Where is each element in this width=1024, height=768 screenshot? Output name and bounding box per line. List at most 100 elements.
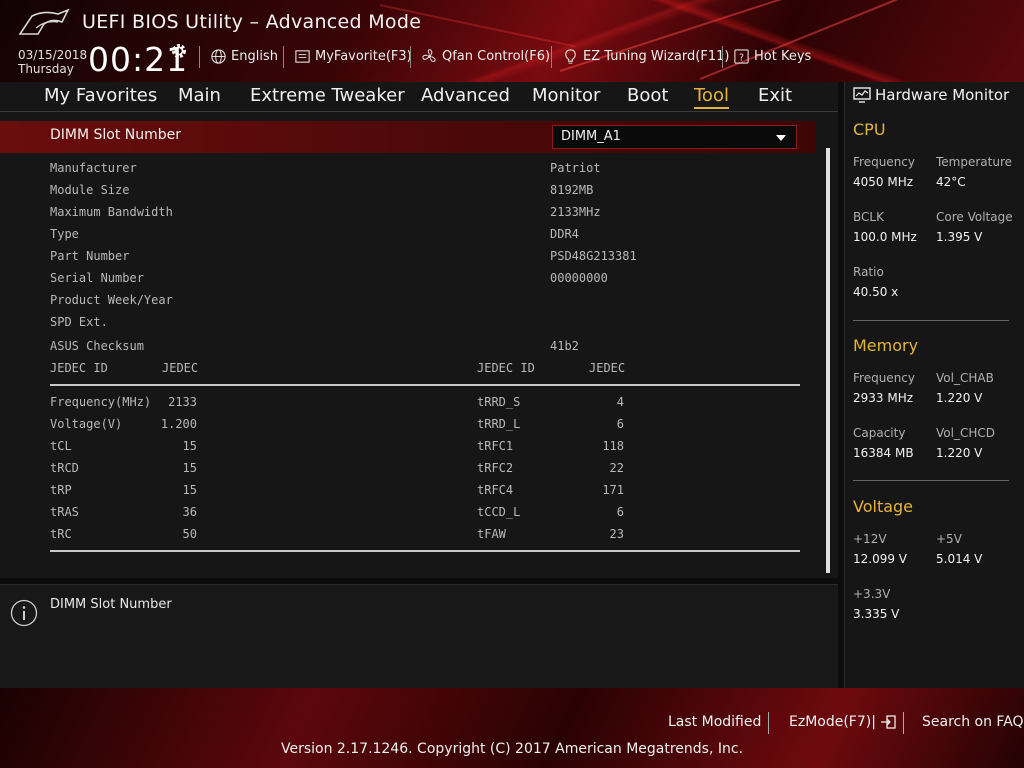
rog-logo-icon xyxy=(18,8,70,35)
timing-name: tRAS xyxy=(50,505,79,519)
title-bar: UEFI BIOS Utility – Advanced Mode 03/15/… xyxy=(0,0,1024,82)
info-value: 41b2 xyxy=(550,339,579,353)
exit-arrow-icon xyxy=(880,715,896,729)
vol-chab-label: Vol_CHAB xyxy=(936,371,994,385)
date-text: 03/15/2018 xyxy=(18,48,88,62)
timing-value: 15 xyxy=(182,439,197,453)
svg-text:?: ? xyxy=(739,52,744,63)
info-label: Maximum Bandwidth xyxy=(50,205,173,219)
core-voltage-value: 1.395 V xyxy=(936,230,983,244)
capacity-value: 16384 MB xyxy=(853,446,914,460)
info-value: 8192MB xyxy=(550,183,594,197)
copyright-text: Version 2.17.1246. Copyright (C) 2017 Am… xyxy=(280,741,744,757)
monitor-icon xyxy=(853,87,871,103)
cpu-frequency-label: Frequency xyxy=(853,155,915,169)
timing-value: 1.200 xyxy=(160,417,197,431)
myfavorite-button[interactable]: MyFavorite(F3) xyxy=(294,47,412,65)
last-modified-button[interactable]: Last Modified xyxy=(668,714,761,730)
timing-name: Frequency(MHz) xyxy=(50,395,152,409)
qfan-label: Qfan Control(F6) xyxy=(442,48,551,64)
info-label: Module Size xyxy=(50,183,130,197)
mem-frequency-value: 2933 MHz xyxy=(853,391,914,405)
core-voltage-label: Core Voltage xyxy=(936,210,1013,224)
favorite-list-icon xyxy=(295,49,310,63)
timing-name: tRP xyxy=(50,483,72,497)
tab-monitor[interactable]: Monitor xyxy=(532,85,600,106)
jedec-header: JEDEC xyxy=(589,361,626,375)
main-menu-bar: My Favorites Main Extreme Tweaker Advanc… xyxy=(0,82,838,112)
voltage-section-title: Voltage xyxy=(853,497,914,516)
table-divider xyxy=(50,550,800,552)
help-key-icon: ? xyxy=(734,48,749,64)
tab-my-favorites[interactable]: My Favorites xyxy=(44,85,157,106)
scrollbar[interactable] xyxy=(826,148,830,573)
info-label: Product Week/Year xyxy=(50,293,173,307)
ezmode-button[interactable]: EzMode(F7)| xyxy=(789,714,896,730)
footer-divider xyxy=(768,712,769,734)
info-value: Patriot xyxy=(550,161,601,175)
gear-icon[interactable] xyxy=(170,42,188,60)
dimm-slot-select[interactable]: DIMM_A1 xyxy=(552,125,797,149)
dimm-slot-row[interactable]: DIMM Slot Number DIMM_A1 xyxy=(0,121,816,153)
chevron-down-icon xyxy=(776,135,786,141)
tab-advanced[interactable]: Advanced xyxy=(421,85,510,106)
timing-value: 15 xyxy=(182,483,197,497)
timing-name: tRC xyxy=(50,527,72,541)
language-button[interactable]: English xyxy=(210,47,278,65)
lightbulb-icon xyxy=(565,48,576,64)
jedec-header: JEDEC xyxy=(162,361,199,375)
hardware-monitor-panel: Hardware Monitor CPU Frequency Temperatu… xyxy=(844,82,1024,688)
help-panel: DIMM Slot Number xyxy=(0,584,838,688)
capacity-label: Capacity xyxy=(853,426,906,440)
table-divider xyxy=(50,384,800,386)
hardware-monitor-header: Hardware Monitor xyxy=(853,86,1009,104)
ez-tuning-button[interactable]: EZ Tuning Wizard(F11) xyxy=(562,47,729,65)
toolbar-divider xyxy=(283,46,284,68)
info-icon xyxy=(10,599,38,627)
globe-icon xyxy=(211,48,226,64)
jedec-id-header: JEDEC ID xyxy=(477,361,535,375)
timing-value: 22 xyxy=(609,461,624,475)
v33-label: +3.3V xyxy=(853,587,891,601)
timing-name: tRFC2 xyxy=(477,461,514,475)
hotkeys-button[interactable]: ? Hot Keys xyxy=(733,47,811,65)
toolbar-divider xyxy=(551,46,552,68)
timing-value: 118 xyxy=(602,439,624,453)
timing-name: tRFC1 xyxy=(477,439,514,453)
vol-chcd-value: 1.220 V xyxy=(936,446,983,460)
toolbar-divider xyxy=(722,46,723,68)
timing-value: 2133 xyxy=(168,395,197,409)
qfan-button[interactable]: Qfan Control(F6) xyxy=(421,47,550,65)
timing-value: 171 xyxy=(602,483,624,497)
info-value: DDR4 xyxy=(550,227,579,241)
toolbar-divider xyxy=(410,46,411,68)
jedec-id-header: JEDEC ID xyxy=(50,361,108,375)
timing-name: tRRD_S xyxy=(477,395,521,409)
bclk-label: BCLK xyxy=(853,210,884,224)
mem-frequency-label: Frequency xyxy=(853,371,915,385)
cpu-temperature-label: Temperature xyxy=(936,155,1013,169)
hotkeys-label: Hot Keys xyxy=(754,48,812,64)
app-title: UEFI BIOS Utility – Advanced Mode xyxy=(82,11,422,33)
tab-extreme-tweaker[interactable]: Extreme Tweaker xyxy=(250,85,405,106)
spd-info-panel: DIMM Slot Number DIMM_A1 Manufacturer Pa… xyxy=(0,112,838,578)
timing-value: 23 xyxy=(609,527,624,541)
tab-tool[interactable]: Tool xyxy=(694,85,729,109)
tab-main[interactable]: Main xyxy=(178,85,221,106)
dimm-slot-label: DIMM Slot Number xyxy=(50,127,182,143)
footer-bar: Last Modified EzMode(F7)| Search on FAQ … xyxy=(0,688,1024,768)
help-text: DIMM Slot Number xyxy=(50,597,172,612)
myfavorite-label: MyFavorite(F3) xyxy=(315,48,412,64)
timing-value: 4 xyxy=(616,395,624,409)
v12-value: 12.099 V xyxy=(853,552,908,566)
ezmode-label: EzMode(F7)| xyxy=(789,714,876,730)
timing-value: 6 xyxy=(616,417,624,431)
ratio-label: Ratio xyxy=(853,265,884,279)
timing-name: tRCD xyxy=(50,461,79,475)
tab-boot[interactable]: Boot xyxy=(627,85,668,106)
footer-divider xyxy=(903,712,904,734)
tab-exit[interactable]: Exit xyxy=(758,85,792,106)
timing-name: tCCD_L xyxy=(477,505,521,519)
search-faq-button[interactable]: Search on FAQ xyxy=(922,714,1024,730)
timing-name: tFAW xyxy=(477,527,506,541)
